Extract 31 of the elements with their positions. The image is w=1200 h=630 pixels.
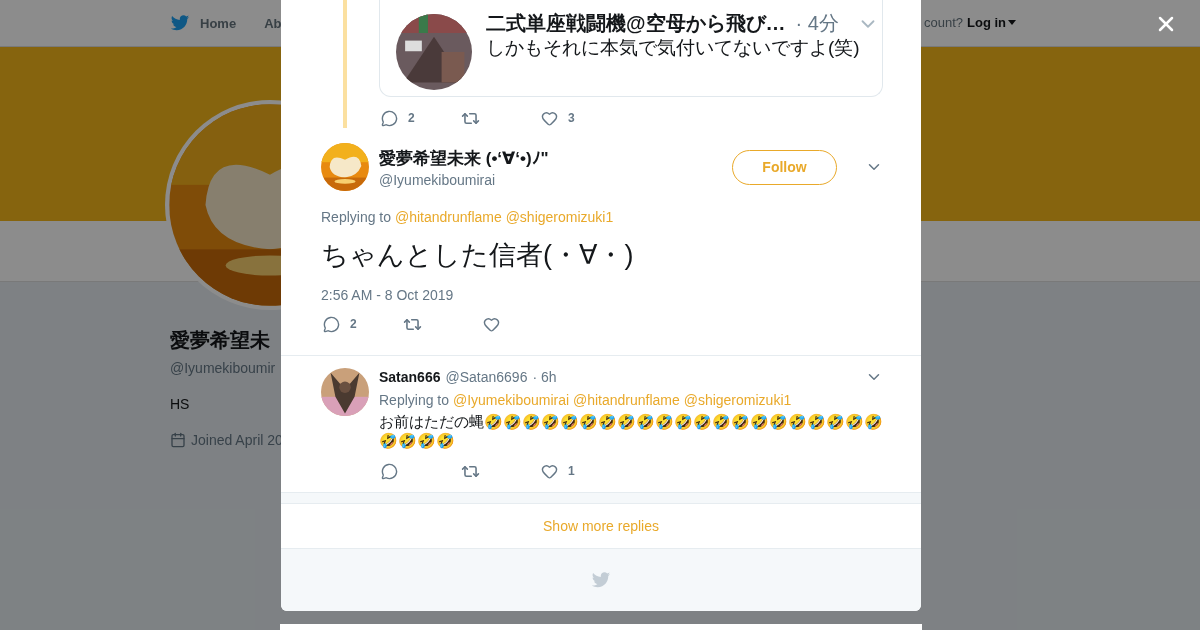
tweet-text: しかもそれに本気で気付いてないですよ(笑) [486,37,861,59]
author-name: 愛夢希望未来 (•‘∀‘•)ﾉ" [379,147,550,170]
mention-link[interactable]: @hitandrunflame [572,392,680,408]
author-handle: @Satan6696 [445,369,528,385]
profile-bio: HS [170,396,190,412]
reply-button[interactable]: 2 [381,109,461,127]
login-button[interactable]: Log in [967,15,1017,30]
tweet-timestamp: 2:56 AM - 8 Oct 2019 [321,287,455,303]
show-more-replies-button[interactable]: Show more replies [281,503,921,549]
author-handle: @Iyumekiboumirai [379,171,497,188]
reply-text: お前はただの蝿🤣🤣🤣🤣🤣🤣🤣🤣🤣🤣🤣🤣🤣🤣🤣🤣🤣🤣🤣🤣🤣🤣🤣🤣🤣 [379,412,883,450]
like-button[interactable]: 3 [541,109,621,127]
reply-button[interactable]: 2 [323,315,403,333]
account-prompt: count? [924,15,964,30]
home-link[interactable]: Home [200,15,237,31]
tweet-time: · 4分 [795,11,839,36]
about-link[interactable]: Ab [264,15,282,31]
profile-handle: @Iyumekiboumir [170,360,276,376]
replying-to-line: Replying to @hitandrunflame @shigeromizuki1 [321,209,615,225]
mention-link[interactable]: @shigeromizuki1 [683,392,792,408]
mention-link[interactable]: @hitandrunflame [394,209,502,225]
follow-button[interactable]: Follow [732,149,837,185]
replying-to-line: Replying to @Iyumekiboumirai @hitandrunflame @shigeromizuki1 [379,392,793,408]
mention-link[interactable]: @Iyumekiboumirai [452,392,570,408]
mention-link[interactable]: @shigeromizuki1 [505,209,614,225]
tweet-text: ちゃんとした信者(・∀・) [321,239,635,272]
profile-name: 愛夢希望未 [170,328,270,353]
tweet-time: · 6h [532,369,557,385]
author-name: Satan666 [379,369,441,385]
author-name: 二式単座戦闘機@空母から飛び… [486,11,786,36]
like-button[interactable]: 1 [541,462,621,480]
